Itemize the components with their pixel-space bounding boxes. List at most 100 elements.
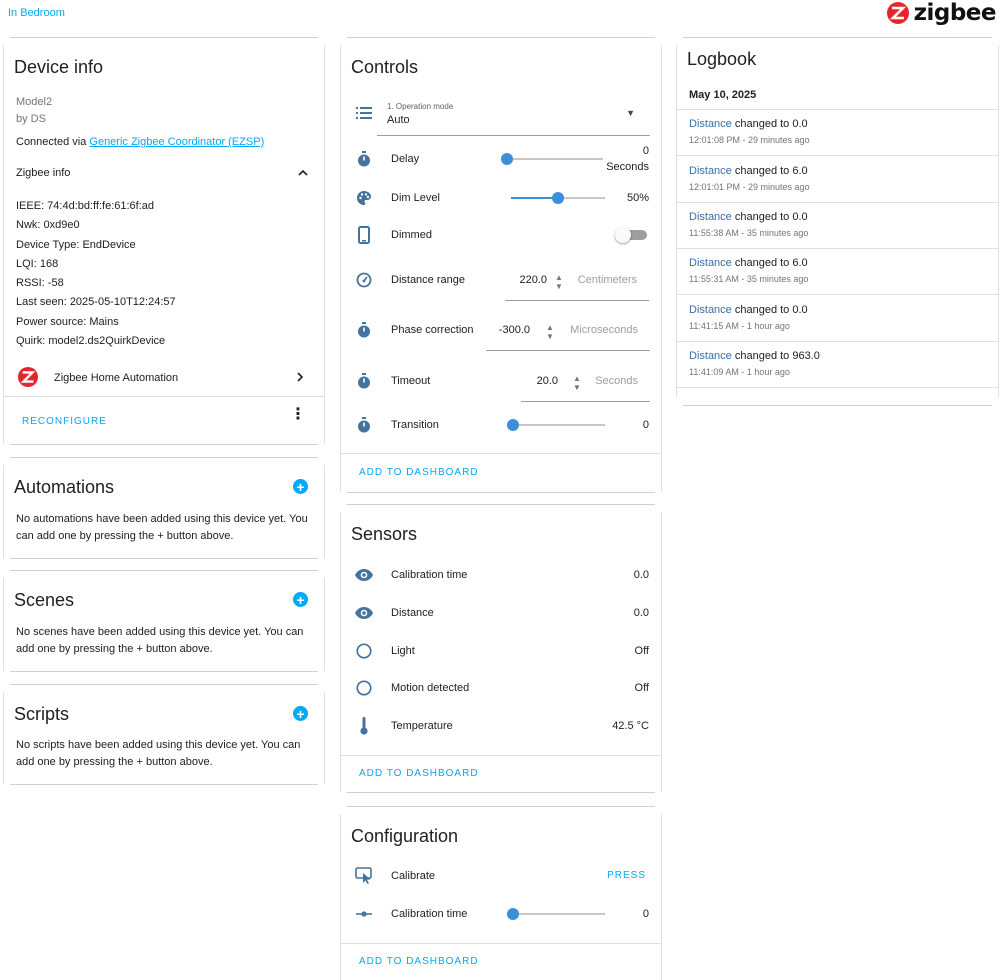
log-entry: Distance changed to 6.0 11:55:31 AM - 35…: [677, 249, 998, 295]
phone-icon: [355, 226, 373, 244]
controls-add-to-dashboard-button[interactable]: ADD TO DASHBOARD: [359, 467, 479, 478]
controls-title: Controls: [351, 57, 419, 77]
phase-correction-input[interactable]: -300.0 ▲ ▼ Microseconds: [486, 313, 650, 351]
eye-icon: [355, 566, 373, 584]
dim-level-label: Dim Level: [391, 192, 440, 204]
dim-level-slider[interactable]: [511, 192, 605, 204]
log-text: changed to 0.0: [731, 118, 808, 130]
add-scene-icon[interactable]: +: [293, 592, 308, 607]
spin-arrows-icon[interactable]: ▲ ▼: [573, 374, 581, 392]
integration-label: Zigbee Home Automation: [54, 372, 179, 384]
logbook-title: Logbook: [687, 49, 757, 69]
phase-correction-unit: Microseconds: [570, 324, 638, 336]
log-entity-link[interactable]: Distance: [689, 165, 732, 177]
zigbee-logo-icon: [886, 2, 909, 24]
zigbee-detail-rssi: RSSI: -58: [16, 277, 64, 290]
delay-value: 0: [642, 145, 649, 157]
dimmed-label: Dimmed: [391, 229, 432, 241]
automations-title: Automations: [14, 477, 115, 497]
phase-correction-value: -300.0: [498, 324, 530, 336]
transition-label: Transition: [391, 419, 439, 431]
operation-mode-select[interactable]: 1. Operation mode Auto ▼: [377, 98, 650, 136]
brand-text: zigbee: [913, 0, 997, 26]
sensor-value-light: Off: [634, 645, 649, 657]
log-time: 11:41:15 AM - 1 hour ago: [689, 321, 790, 331]
log-entity-link[interactable]: Distance: [689, 118, 732, 130]
zigbee-detail-device-type: Device Type: EndDevice: [16, 238, 136, 251]
sensor-value-distance: 0.0: [633, 607, 649, 619]
sensor-value-calibration-time: 0.0: [633, 569, 649, 581]
delay-slider[interactable]: [501, 153, 603, 165]
zigbee-detail-power-source: Power source: Mains: [16, 315, 119, 328]
sensors-add-to-dashboard-button[interactable]: ADD TO DASHBOARD: [359, 768, 479, 779]
distance-range-input[interactable]: 220.0 ▲ ▼ Centimeters: [505, 263, 649, 301]
distance-range-unit: Centimeters: [577, 274, 637, 286]
delay-label: Delay: [391, 153, 420, 165]
sensors-card: Sensors Calibration time 0.0 Distance 0.…: [340, 504, 662, 793]
integration-row[interactable]: Zigbee Home Automation: [4, 363, 324, 393]
automations-empty-text: No automations have been added using thi…: [16, 513, 308, 542]
zigbee-info-label[interactable]: Zigbee info: [16, 167, 70, 179]
coordinator-link[interactable]: Generic Zigbee Coordinator (EZSP): [89, 136, 264, 148]
calibration-time-value: 0: [642, 908, 649, 920]
sensor-label-temperature[interactable]: Temperature: [391, 720, 453, 732]
dim-level-value: 50%: [626, 192, 649, 204]
sensor-label-light[interactable]: Light: [391, 645, 415, 657]
connected-via: Connected via Generic Zigbee Coordinator…: [16, 136, 264, 148]
timer-icon: [355, 321, 373, 339]
transition-slider[interactable]: [507, 419, 605, 431]
spin-arrows-icon[interactable]: ▲ ▼: [546, 323, 554, 341]
add-automation-icon[interactable]: +: [293, 479, 308, 494]
device-manufacturer: by DS: [16, 113, 46, 125]
dimmed-toggle[interactable]: [615, 227, 647, 243]
scenes-empty-text: No scenes have been added using this dev…: [16, 626, 304, 655]
automations-card: Automations + No automations have been a…: [3, 457, 325, 559]
log-entity-link[interactable]: Distance: [689, 257, 732, 269]
log-text: changed to 963.0: [731, 350, 820, 362]
scenes-card: Scenes + No scenes have been added using…: [3, 570, 325, 672]
configuration-card: Configuration Calibrate PRESS Calibratio…: [340, 806, 662, 980]
gesture-tap-button-icon: [355, 867, 373, 885]
palette-icon: [355, 189, 373, 207]
calibration-time-slider[interactable]: [507, 908, 605, 920]
log-text: changed to 0.0: [731, 304, 808, 316]
zigbee-detail-nwk: Nwk: 0xd9e0: [16, 219, 80, 232]
sensor-label-calibration-time[interactable]: Calibration time: [391, 569, 467, 581]
device-info-card: Device info Model2 by DS Connected via G…: [3, 37, 325, 445]
gauge-icon: [355, 271, 373, 289]
timeout-value: 20.0: [536, 375, 558, 387]
scenes-title: Scenes: [14, 590, 75, 610]
timeout-input[interactable]: 20.0 ▲ ▼ Seconds: [521, 364, 650, 402]
sensor-value-temperature: 42.5 °C: [612, 720, 649, 732]
spin-arrows-icon[interactable]: ▲ ▼: [555, 273, 563, 291]
scripts-empty-text: No scripts have been added using this de…: [16, 739, 301, 768]
reconfigure-button[interactable]: RECONFIGURE: [22, 416, 107, 427]
circle-outline-icon: [355, 642, 373, 660]
log-entry: Distance changed to 0.0 11:41:15 AM - 1 …: [677, 296, 998, 342]
log-entry: Distance changed to 963.0 11:41:09 AM - …: [677, 342, 998, 388]
delay-unit: Seconds: [606, 161, 649, 173]
log-text: changed to 6.0: [731, 165, 808, 177]
area-link[interactable]: In Bedroom: [8, 7, 65, 19]
log-time: 11:41:09 AM - 1 hour ago: [689, 367, 790, 377]
sensor-label-motion-detected[interactable]: Motion detected: [391, 682, 469, 694]
configuration-add-to-dashboard-button[interactable]: ADD TO DASHBOARD: [359, 956, 479, 967]
timer-icon: [355, 416, 373, 434]
log-entity-link[interactable]: Distance: [689, 304, 732, 316]
log-entity-link[interactable]: Distance: [689, 211, 732, 223]
log-entity-link[interactable]: Distance: [689, 350, 732, 362]
sensor-label-distance[interactable]: Distance: [391, 607, 434, 619]
calibrate-press-button[interactable]: PRESS: [607, 870, 646, 881]
brand: zigbee: [886, 0, 997, 26]
chevron-up-icon[interactable]: [297, 167, 309, 179]
scripts-card: Scripts + No scripts have been added usi…: [3, 684, 325, 785]
timer-icon: [355, 150, 373, 168]
zigbee-detail-lqi: LQI: 168: [16, 257, 59, 270]
list-icon: [355, 104, 373, 122]
transition-value: 0: [642, 419, 649, 431]
zigbee-detail-quirk: Quirk: model2.ds2QuirkDevice: [16, 335, 166, 348]
distance-range-label: Distance range: [391, 274, 465, 286]
circle-outline-icon: [355, 679, 373, 697]
more-vert-icon[interactable]: ⋮: [290, 407, 306, 423]
add-script-icon[interactable]: +: [293, 706, 308, 721]
